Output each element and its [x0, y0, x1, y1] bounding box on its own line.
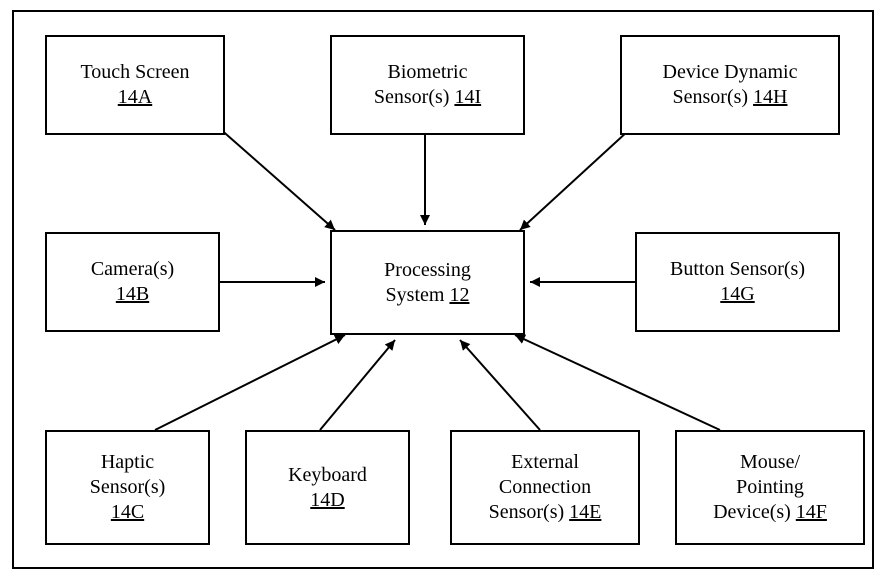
camera-label: Camera(s) — [91, 257, 174, 282]
ext-label-2: Connection — [499, 475, 591, 500]
node-button-sensors: Button Sensor(s) 14G — [635, 232, 840, 332]
node-mouse-pointing-devices: Mouse/ Pointing Device(s) 14F — [675, 430, 865, 545]
center-ref: 12 — [449, 284, 469, 306]
touch-ref: 14A — [118, 86, 152, 108]
node-device-dynamic-sensors: Device Dynamic Sensor(s) 14H — [620, 35, 840, 135]
node-haptic-sensors: Haptic Sensor(s) 14C — [45, 430, 210, 545]
bio-label-2: Sensor(s) — [374, 86, 450, 108]
haptic-label-2: Sensor(s) — [90, 475, 166, 500]
bio-ref: 14I — [454, 86, 481, 108]
node-external-connection-sensors: External Connection Sensor(s) 14E — [450, 430, 640, 545]
camera-ref: 14B — [116, 283, 149, 305]
mouse-ref: 14F — [796, 501, 827, 523]
haptic-label-1: Haptic — [101, 450, 154, 475]
touch-label: Touch Screen — [80, 60, 189, 85]
ext-label-1: External — [511, 450, 579, 475]
mouse-label-1: Mouse/ — [740, 450, 800, 475]
ddyn-ref: 14H — [753, 86, 787, 108]
ext-label-3: Sensor(s) — [489, 501, 565, 523]
node-cameras: Camera(s) 14B — [45, 232, 220, 332]
ddyn-label-1: Device Dynamic — [663, 60, 798, 85]
center-label-1: Processing — [384, 259, 471, 281]
node-processing-system: Processing System 12 — [330, 230, 525, 335]
ddyn-label-2: Sensor(s) — [673, 86, 749, 108]
haptic-ref: 14C — [111, 501, 144, 523]
node-keyboard: Keyboard 14D — [245, 430, 410, 545]
button-ref: 14G — [720, 283, 754, 305]
bio-label-1: Biometric — [388, 60, 468, 85]
ext-ref: 14E — [569, 501, 601, 523]
keyboard-ref: 14D — [310, 489, 344, 511]
node-biometric-sensors: Biometric Sensor(s) 14I — [330, 35, 525, 135]
button-label: Button Sensor(s) — [670, 257, 805, 282]
center-label-2: System — [386, 284, 445, 306]
mouse-label-2: Pointing — [736, 475, 804, 500]
mouse-label-3: Device(s) — [713, 501, 791, 523]
keyboard-label: Keyboard — [288, 463, 367, 488]
node-touch-screen: Touch Screen 14A — [45, 35, 225, 135]
